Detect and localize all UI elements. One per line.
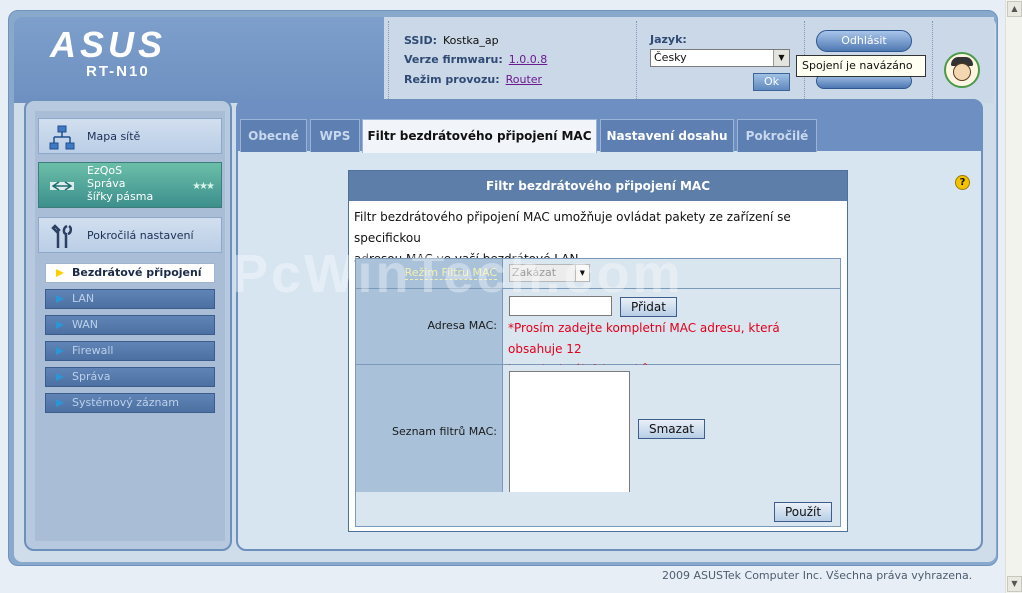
mac-filter-mode-label: Režim Filtru MAC (404, 266, 497, 280)
ssid-row: SSID: Kostka_ap (404, 34, 499, 47)
sidebar: Mapa sítě EzQoS Správa šířky pásma ★★★ P… (24, 99, 232, 551)
tab-advanced[interactable]: Pokročilé (737, 119, 817, 152)
mode-label: Režim provozu: (404, 73, 500, 86)
settings-table: Režim Filtru MAC Zakázat ▼ Adresa MAC: P… (355, 258, 841, 527)
apply-button[interactable]: Použít (774, 502, 832, 522)
arrow-right-icon (56, 269, 64, 277)
menu-ezqos-line3: šířky pásma (87, 190, 154, 203)
mac-filter-mode-value: Zakázat (512, 266, 557, 279)
mac-filter-list[interactable] (509, 371, 630, 495)
divider (388, 21, 389, 99)
sidebar-item-wan[interactable]: WAN (45, 315, 215, 335)
tab-mac-filter[interactable]: Filtr bezdrátového připojení MAC (362, 119, 597, 153)
firmware-row: Verze firmwaru: 1.0.0.8 (404, 53, 547, 66)
tab-general[interactable]: Obecné (240, 119, 307, 152)
sidebar-item-label: Firewall (72, 344, 114, 357)
tab-wps[interactable]: WPS (310, 119, 360, 152)
menu-ezqos-line2: Správa (87, 177, 126, 190)
sidebar-item-label: Správa (72, 370, 111, 383)
sidebar-item-label: Bezdrátové připojení (72, 266, 202, 279)
tab-range-settings[interactable]: Nastavení dosahu (600, 119, 734, 152)
sidebar-item-wireless[interactable]: Bezdrátové připojení (45, 263, 215, 283)
sidebar-item-administration[interactable]: Správa (45, 367, 215, 387)
apply-row: Použít (356, 492, 840, 526)
divider (932, 21, 933, 99)
sidebar-item-label: Systémový záznam (72, 396, 179, 409)
ok-button[interactable]: Ok (753, 73, 790, 91)
footer-copyright: 2009 ASUSTek Computer Inc. Všechna práva… (662, 569, 973, 582)
sidebar-item-label: LAN (72, 292, 95, 305)
mac-warning-line1: *Prosím zadejte kompletní MAC adresu, kt… (508, 321, 780, 356)
model-name: RT-N10 (86, 63, 150, 80)
asus-logo: ASUS (50, 24, 167, 65)
divider (636, 21, 637, 99)
menu-network-map-label: Mapa sítě (87, 130, 141, 143)
add-button[interactable]: Přidat (620, 297, 677, 317)
panel-description-line1: Filtr bezdrátového připojení MAC umožňuj… (354, 210, 791, 245)
scroll-down-icon[interactable]: ▼ (1007, 576, 1022, 592)
chevron-down-icon[interactable]: ▼ (773, 50, 789, 66)
list-cell-value: Smazat (503, 365, 840, 495)
delete-button[interactable]: Smazat (638, 419, 705, 439)
sidebar-item-system-log[interactable]: Systémový záznam (45, 393, 215, 413)
arrow-right-icon (56, 399, 64, 407)
help-icon[interactable]: ? (955, 175, 970, 190)
mac-address-input[interactable] (509, 296, 612, 316)
list-cell-label: Seznam filtrů MAC: (356, 365, 503, 493)
logo-area: ASUS RT-N10 (14, 17, 384, 103)
panel-title: Filtr bezdrátového připojení MAC (349, 171, 847, 201)
ssid-label: SSID: (404, 34, 437, 47)
menu-advanced[interactable]: Pokročilá nastavení (38, 217, 222, 253)
network-map-icon (49, 125, 75, 150)
mode-cell-label: Režim Filtru MAC (356, 259, 503, 289)
star-icon: ★★★ (192, 181, 215, 192)
mac-filter-mode-select[interactable]: Zakázat ▼ (509, 264, 590, 282)
vertical-scrollbar[interactable]: ▲ ▼ (1005, 0, 1022, 593)
logout-button[interactable]: Odhlásit (816, 30, 912, 52)
sidebar-item-lan[interactable]: LAN (45, 289, 215, 309)
qos-icon (50, 181, 74, 191)
mac-cell-label: Adresa MAC: (356, 289, 503, 365)
chevron-down-icon[interactable]: ▼ (575, 265, 589, 281)
arrow-right-icon (56, 347, 64, 355)
ssid-value: Kostka_ap (442, 34, 499, 47)
status-tooltip: Spojení je navázáno (796, 55, 926, 77)
menu-ezqos[interactable]: EzQoS Správa šířky pásma ★★★ (38, 162, 222, 208)
tools-icon (51, 224, 73, 248)
menu-ezqos-line1: EzQoS (87, 164, 123, 177)
scroll-up-icon[interactable]: ▲ (1007, 1, 1022, 17)
menu-network-map[interactable]: Mapa sítě (38, 118, 222, 154)
sidebar-item-firewall[interactable]: Firewall (45, 341, 215, 361)
mac-cell-value: Přidat *Prosím zadejte kompletní MAC adr… (503, 289, 840, 377)
mac-address-label: Adresa MAC: (427, 319, 497, 332)
menu-advanced-label: Pokročilá nastavení (87, 229, 194, 242)
sidebar-item-label: WAN (72, 318, 99, 331)
firmware-label: Verze firmwaru: (404, 53, 503, 66)
mac-filter-list-label: Seznam filtrů MAC: (392, 425, 497, 438)
arrow-right-icon (56, 295, 64, 303)
language-select[interactable]: Česky ▼ (650, 49, 790, 67)
firmware-link[interactable]: 1.0.0.8 (509, 53, 547, 66)
mode-row: Režim provozu: Router (404, 73, 542, 86)
avatar-face (953, 63, 971, 81)
language-value: Česky (654, 51, 687, 64)
mode-cell-value: Zakázat ▼ (503, 259, 840, 289)
mode-link[interactable]: Router (506, 73, 542, 86)
connection-status-icon[interactable] (944, 52, 980, 88)
mac-filter-panel: Filtr bezdrátového připojení MAC Filtr b… (348, 170, 848, 532)
arrow-right-icon (56, 321, 64, 329)
arrow-right-icon (56, 373, 64, 381)
language-label: Jazyk: (650, 33, 687, 46)
